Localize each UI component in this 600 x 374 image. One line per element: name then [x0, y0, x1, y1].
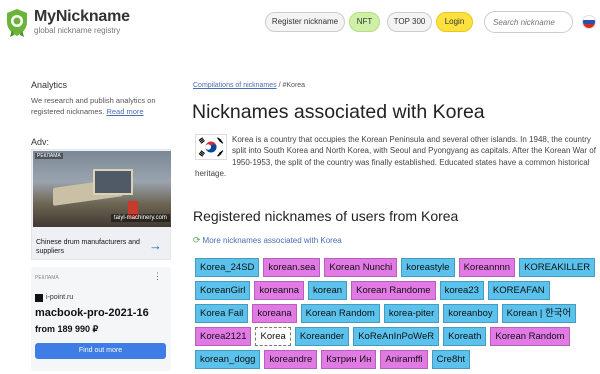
logo-subtitle: global nickname registry [34, 26, 121, 35]
ad-site: taiyl-machinery.com [111, 214, 170, 222]
nickname-chip[interactable]: Korea_24SD [195, 258, 260, 277]
nickname-list: Korea_24SD korean.sea Korean Nunchi koreast… [195, 258, 600, 369]
more-menu-icon[interactable]: ⋮ [153, 271, 162, 282]
flag-ru-icon[interactable] [582, 15, 596, 29]
breadcrumb-link[interactable]: Compilations of nicknames [193, 82, 277, 89]
logo-badge-icon [7, 9, 27, 37]
nickname-chip[interactable]: KOREAFAN [487, 281, 550, 300]
logo[interactable]: MyNickname global nickname registry [5, 8, 130, 38]
ad-tag: РЕКЛАМА [35, 153, 63, 159]
nickname-chip[interactable]: Korean | 한국어 [501, 304, 577, 323]
breadcrumb-current: / #Korea [276, 82, 306, 89]
analytics-title: Analytics [31, 80, 68, 90]
nickname-chip[interactable]: KoreanGirl [195, 281, 251, 300]
nickname-chip[interactable]: Aniramffi [380, 350, 428, 369]
analytics-block: Analytics We research and publish analyt… [31, 80, 171, 117]
ad-price: from 189 990 ₽ [35, 324, 99, 334]
nickname-chip[interactable]: Cre8ht [431, 350, 471, 369]
nickname-chip[interactable]: Korea Fail [195, 304, 249, 323]
ipoint-logo-icon [35, 294, 43, 302]
ad-title: macbook-pro-2021-16 [35, 307, 149, 319]
ad-image: РЕКЛАМА taiyl-machinery.com [33, 151, 171, 227]
nickname-chip[interactable]: Koreannnn [458, 258, 516, 277]
nickname-chip[interactable]: KoReAnInPoWeR [353, 327, 440, 346]
more-nicknames-label: More nicknames associated with Korea [202, 236, 342, 245]
adv-label: Adv: [31, 137, 50, 147]
login-button[interactable]: Login [436, 12, 473, 32]
nickname-chip[interactable]: Korean Nunchi [324, 258, 398, 277]
ad-banner-drum[interactable]: РЕКЛАМА taiyl-machinery.com Chinese drum… [31, 149, 171, 260]
breadcrumb: Compilations of nicknames / #Korea [193, 82, 305, 89]
nickname-chip[interactable]: koreandre [264, 350, 318, 369]
registered-title: Registered nicknames of users from Korea [193, 208, 459, 224]
logo-name: MyNickname [34, 8, 130, 25]
nickname-chip[interactable]: koreana [252, 304, 297, 323]
nickname-chip[interactable]: KOREAKILLER [519, 258, 596, 277]
nickname-chip[interactable]: korean [308, 281, 348, 300]
page: MyNickname global nickname registry Regi… [0, 0, 600, 374]
ad-banner-macbook[interactable]: РЕКЛАМА ⋮ i-point.ru macbook-pro-2021-16… [31, 267, 171, 371]
nickname-chip[interactable]: korean.sea [263, 258, 321, 277]
header: MyNickname global nickname registry Regi… [0, 0, 600, 46]
nickname-chip[interactable]: Korean Random [490, 327, 570, 346]
flag-spacer [195, 134, 232, 162]
more-nicknames-link[interactable]: ⟳ More nicknames associated with Korea [193, 235, 342, 246]
nickname-chip[interactable]: korea23 [439, 281, 484, 300]
ad-tag: РЕКЛАМА [35, 275, 59, 281]
refresh-icon: ⟳ [193, 235, 201, 245]
page-title: Nicknames associated with Korea [192, 101, 485, 123]
nickname-chip[interactable]: korea-piter [383, 304, 440, 323]
nickname-chip[interactable]: Korean Randome [351, 281, 436, 300]
analytics-text: We research and publish analytics on reg… [31, 95, 171, 117]
korea-description: Korea is a country that occupies the Kor… [195, 134, 596, 178]
nickname-chip[interactable]: Korean Random [300, 304, 380, 323]
ad-domain: i-point.ru [46, 294, 74, 301]
nickname-chip[interactable]: koreastyle [401, 258, 455, 277]
nickname-chip[interactable]: Koreath [443, 327, 487, 346]
nickname-chip[interactable]: koreanna [254, 281, 305, 300]
arrow-right-icon[interactable]: → [149, 239, 162, 252]
nickname-chip[interactable]: Кэтрин Ин [321, 350, 377, 369]
nickname-chip[interactable]: Koreander [294, 327, 350, 346]
search-input[interactable] [484, 11, 573, 33]
nickname-chip[interactable]: korean_dogg [195, 350, 261, 369]
find-out-more-button[interactable]: Find out more [35, 343, 166, 359]
nickname-chip[interactable]: koreanboy [443, 304, 498, 323]
ad-text: Chinese drum manufacturers and suppliers [36, 239, 140, 255]
top-300-button[interactable]: TOP 300 [387, 12, 432, 32]
nft-button[interactable]: NFT [349, 12, 380, 32]
register-nickname-button[interactable]: Register nickname [265, 12, 345, 32]
nickname-chip[interactable]: Korea2121 [195, 327, 252, 346]
read-more-link[interactable]: Read more [106, 107, 143, 116]
nickname-chip[interactable]: Korea [255, 327, 291, 346]
